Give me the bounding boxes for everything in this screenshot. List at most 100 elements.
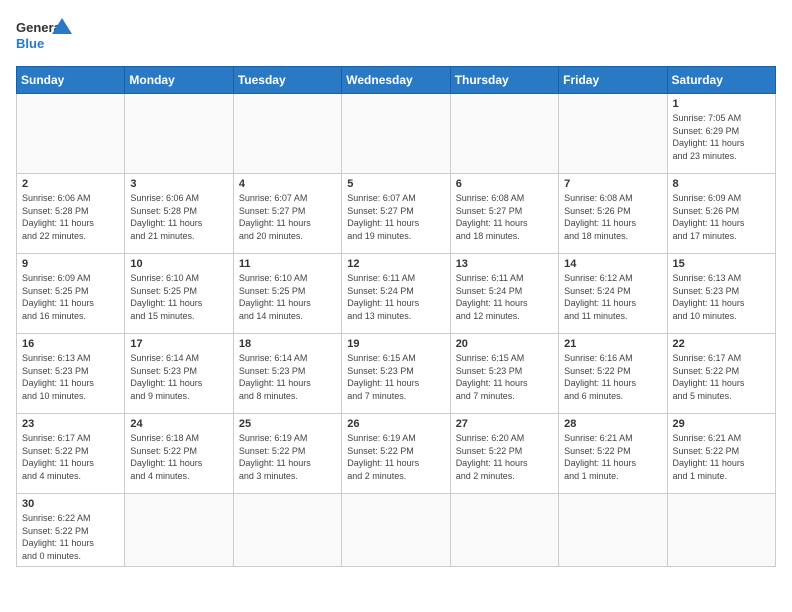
day-info: Sunrise: 6:16 AMSunset: 5:22 PMDaylight:… [564,352,661,402]
calendar-cell: 29Sunrise: 6:21 AMSunset: 5:22 PMDayligh… [667,414,775,494]
day-info: Sunrise: 6:19 AMSunset: 5:22 PMDaylight:… [239,432,336,482]
calendar-cell: 21 Sunrise: 6:16 AMSunset: 5:22 PMDayligh… [559,334,667,414]
day-number: 19 [347,338,444,350]
calendar-cell: 27Sunrise: 6:20 AMSunset: 5:22 PMDayligh… [450,414,558,494]
weekday-header-saturday: Saturday [667,67,775,94]
day-info: Sunrise: 6:08 AMSunset: 5:27 PMDaylight:… [456,192,553,242]
calendar-cell: 7Sunrise: 6:08 AMSunset: 5:26 PMDaylight… [559,174,667,254]
calendar-cell [125,494,233,567]
day-number: 8 [673,178,770,190]
calendar-cell [342,94,450,174]
day-info: Sunrise: 6:11 AMSunset: 5:24 PMDaylight:… [456,272,553,322]
day-number: 11 [239,258,336,270]
day-info: Sunrise: 6:09 AMSunset: 5:25 PMDaylight:… [22,272,119,322]
day-number: 17 [130,338,227,350]
calendar-cell: 20Sunrise: 6:15 AMSunset: 5:23 PMDayligh… [450,334,558,414]
calendar-cell [233,494,341,567]
day-info: Sunrise: 6:13 AMSunset: 5:23 PMDaylight:… [22,352,119,402]
day-number: 24 [130,418,227,430]
calendar-cell: 19 Sunrise: 6:15 AMSunset: 5:23 PMDayligh… [342,334,450,414]
day-number: 22 [673,338,770,350]
calendar-week-4: 16Sunrise: 6:13 AMSunset: 5:23 PMDayligh… [17,334,776,414]
calendar-cell: 1 Sunrise: 7:05 AMSunset: 6:29 PMDaylight… [667,94,775,174]
calendar-cell: 3Sunrise: 6:06 AMSunset: 5:28 PMDaylight… [125,174,233,254]
calendar-cell: 14 Sunrise: 6:12 AMSunset: 5:24 PMDayligh… [559,254,667,334]
day-info: Sunrise: 6:17 AMSunset: 5:22 PMDaylight:… [22,432,119,482]
calendar-cell: 26 Sunrise: 6:19 AMSunset: 5:22 PMDayligh… [342,414,450,494]
calendar-cell: 15 Sunrise: 6:13 AMSunset: 5:23 PMDayligh… [667,254,775,334]
weekday-header-sunday: Sunday [17,67,125,94]
day-info: Sunrise: 6:14 AMSunset: 5:23 PMDaylight:… [239,352,336,402]
weekday-header-thursday: Thursday [450,67,558,94]
day-number: 12 [347,258,444,270]
calendar-cell [667,494,775,567]
day-number: 21 [564,338,661,350]
weekday-header-monday: Monday [125,67,233,94]
day-info: Sunrise: 6:19 AMSunset: 5:22 PMDaylight:… [347,432,444,482]
day-number: 3 [130,178,227,190]
day-number: 1 [673,98,770,110]
svg-text:Blue: Blue [16,36,44,51]
calendar-cell: 28Sunrise: 6:21 AMSunset: 5:22 PMDayligh… [559,414,667,494]
calendar-cell: 4 Sunrise: 6:07 AMSunset: 5:27 PMDaylight… [233,174,341,254]
day-info: Sunrise: 6:21 AMSunset: 5:22 PMDaylight:… [673,432,770,482]
day-info: Sunrise: 7:05 AMSunset: 6:29 PMDaylight:… [673,112,770,162]
calendar-cell: 13 Sunrise: 6:11 AMSunset: 5:24 PMDayligh… [450,254,558,334]
calendar-cell: 6 Sunrise: 6:08 AMSunset: 5:27 PMDaylight… [450,174,558,254]
day-number: 7 [564,178,661,190]
calendar-cell: 30 Sunrise: 6:22 AMSunset: 5:22 PMDayligh… [17,494,125,567]
calendar-cell: 23 Sunrise: 6:17 AMSunset: 5:22 PMDayligh… [17,414,125,494]
calendar-cell: 12Sunrise: 6:11 AMSunset: 5:24 PMDayligh… [342,254,450,334]
calendar-cell: 22 Sunrise: 6:17 AMSunset: 5:22 PMDayligh… [667,334,775,414]
day-info: Sunrise: 6:15 AMSunset: 5:23 PMDaylight:… [456,352,553,402]
day-info: Sunrise: 6:22 AMSunset: 5:22 PMDaylight:… [22,512,119,562]
day-number: 25 [239,418,336,430]
day-number: 15 [673,258,770,270]
calendar-cell: 25 Sunrise: 6:19 AMSunset: 5:22 PMDayligh… [233,414,341,494]
logo-svg: General Blue [16,16,76,56]
calendar-week-5: 23 Sunrise: 6:17 AMSunset: 5:22 PMDayligh… [17,414,776,494]
day-info: Sunrise: 6:06 AMSunset: 5:28 PMDaylight:… [22,192,119,242]
calendar-cell [125,94,233,174]
calendar-cell [233,94,341,174]
day-number: 23 [22,418,119,430]
day-number: 6 [456,178,553,190]
page-header: General Blue [16,16,776,56]
calendar-cell: 11 Sunrise: 6:10 AMSunset: 5:25 PMDayligh… [233,254,341,334]
day-number: 9 [22,258,119,270]
day-number: 18 [239,338,336,350]
calendar-cell: 10 Sunrise: 6:10 AMSunset: 5:25 PMDayligh… [125,254,233,334]
day-info: Sunrise: 6:09 AMSunset: 5:26 PMDaylight:… [673,192,770,242]
day-number: 30 [22,498,119,510]
logo: General Blue [16,16,76,56]
day-info: Sunrise: 6:13 AMSunset: 5:23 PMDaylight:… [673,272,770,322]
calendar-cell: 9 Sunrise: 6:09 AMSunset: 5:25 PMDaylight… [17,254,125,334]
day-number: 13 [456,258,553,270]
day-number: 10 [130,258,227,270]
calendar-cell [450,494,558,567]
day-number: 26 [347,418,444,430]
day-info: Sunrise: 6:10 AMSunset: 5:25 PMDaylight:… [130,272,227,322]
calendar-cell: 17Sunrise: 6:14 AMSunset: 5:23 PMDayligh… [125,334,233,414]
day-info: Sunrise: 6:18 AMSunset: 5:22 PMDaylight:… [130,432,227,482]
day-number: 5 [347,178,444,190]
day-number: 4 [239,178,336,190]
weekday-header-wednesday: Wednesday [342,67,450,94]
day-info: Sunrise: 6:21 AMSunset: 5:22 PMDaylight:… [564,432,661,482]
calendar-week-3: 9 Sunrise: 6:09 AMSunset: 5:25 PMDaylight… [17,254,776,334]
day-info: Sunrise: 6:15 AMSunset: 5:23 PMDaylight:… [347,352,444,402]
day-number: 2 [22,178,119,190]
calendar-cell [17,94,125,174]
calendar-header-row: SundayMondayTuesdayWednesdayThursdayFrid… [17,67,776,94]
day-info: Sunrise: 6:12 AMSunset: 5:24 PMDaylight:… [564,272,661,322]
day-info: Sunrise: 6:17 AMSunset: 5:22 PMDaylight:… [673,352,770,402]
calendar-cell [559,494,667,567]
calendar-week-1: 1 Sunrise: 7:05 AMSunset: 6:29 PMDaylight… [17,94,776,174]
day-info: Sunrise: 6:20 AMSunset: 5:22 PMDaylight:… [456,432,553,482]
calendar-cell: 2 Sunrise: 6:06 AMSunset: 5:28 PMDaylight… [17,174,125,254]
day-info: Sunrise: 6:07 AMSunset: 5:27 PMDaylight:… [239,192,336,242]
day-info: Sunrise: 6:07 AMSunset: 5:27 PMDaylight:… [347,192,444,242]
day-number: 14 [564,258,661,270]
day-info: Sunrise: 6:10 AMSunset: 5:25 PMDaylight:… [239,272,336,322]
calendar-cell [342,494,450,567]
